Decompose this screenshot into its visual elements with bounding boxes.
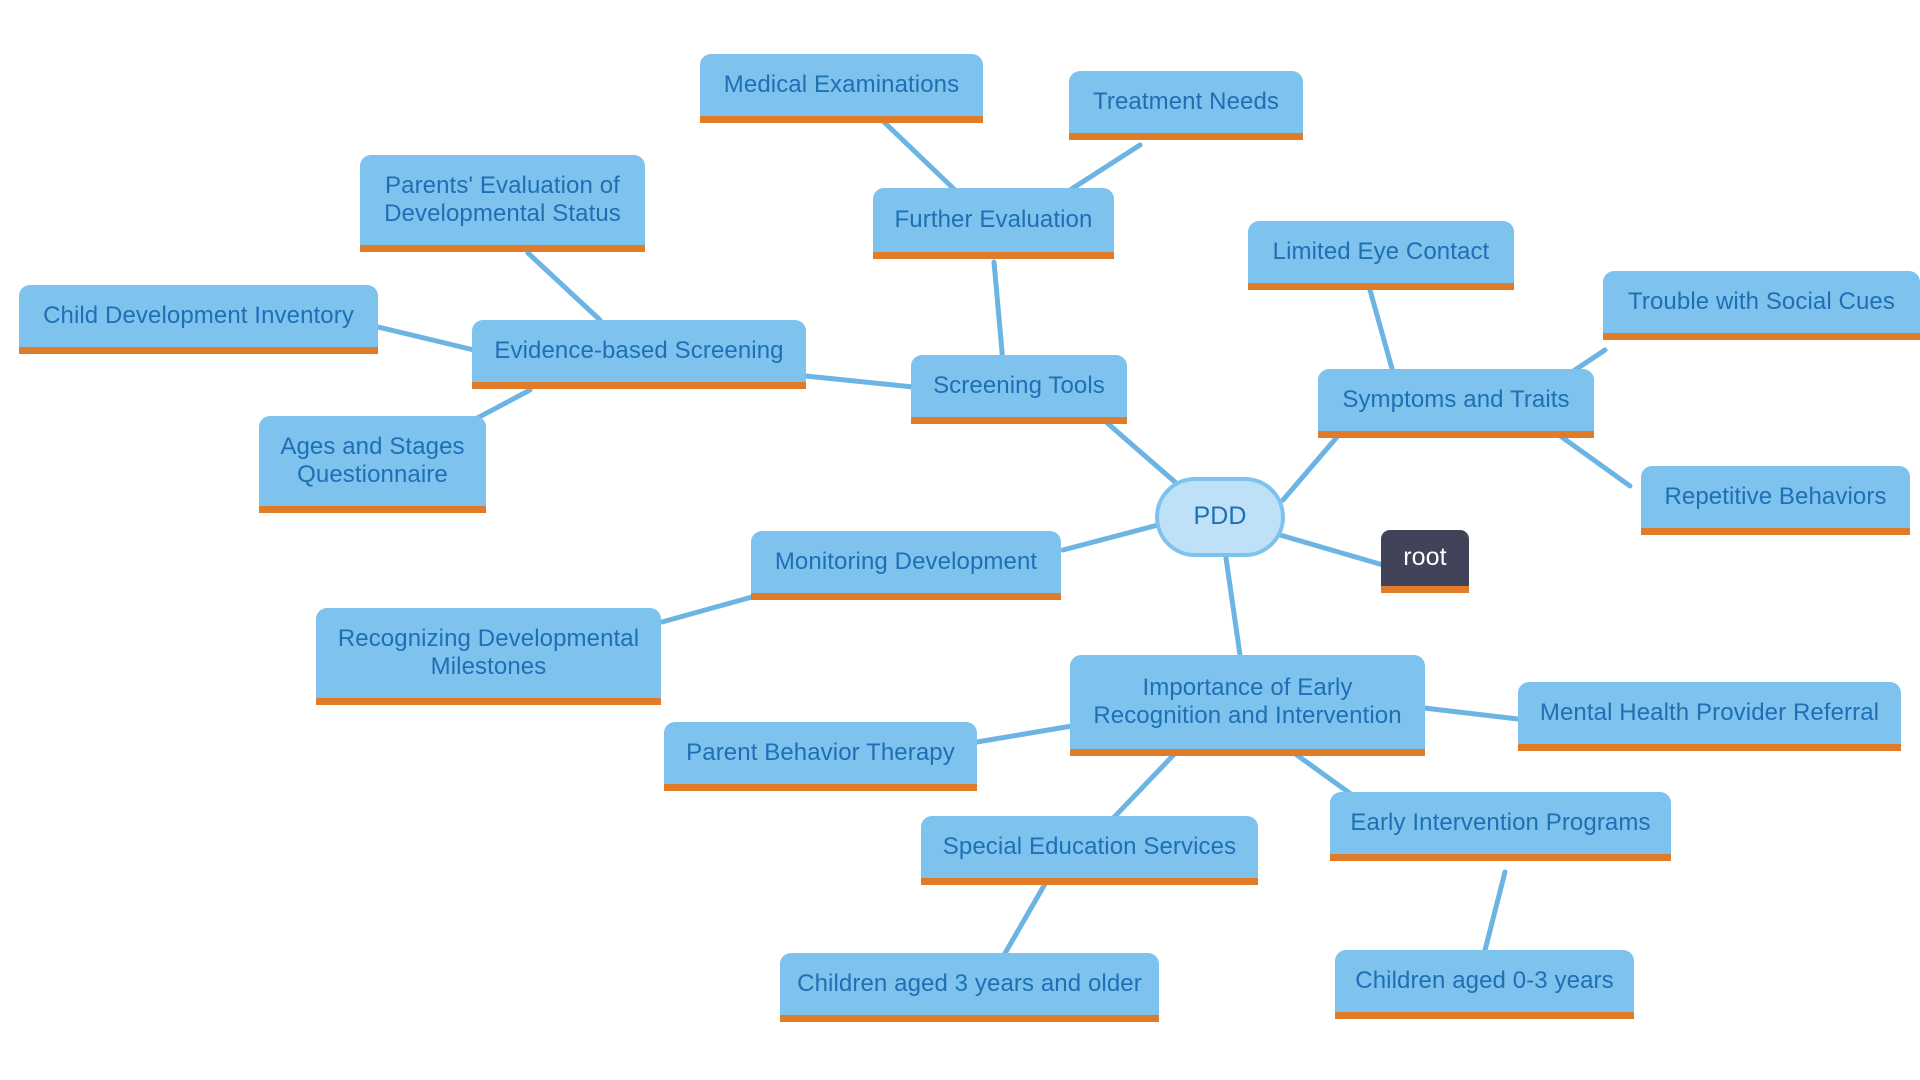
node-root[interactable]: root: [1381, 530, 1469, 593]
node-children-aged-3-and-older[interactable]: Children aged 3 years and older: [780, 953, 1159, 1022]
node-pdd[interactable]: PDD: [1155, 477, 1285, 557]
node-monitoring-development[interactable]: Monitoring Development: [751, 531, 1061, 600]
edge-evidence-parents: [525, 250, 603, 323]
node-trouble-with-social-cues[interactable]: Trouble with Social Cues: [1603, 271, 1920, 340]
edge-monitoring-milestones: [659, 594, 755, 625]
edge-evidence-child-inventory: [375, 324, 477, 353]
edge-screening-tools-evidence: [803, 373, 916, 390]
edge-center-symptoms: [1280, 434, 1340, 503]
node-early-intervention-programs[interactable]: Early Intervention Programs: [1330, 792, 1671, 861]
edge-importance-mental-health: [1421, 705, 1521, 722]
edge-screening-tools-further-eval: [991, 259, 1006, 366]
node-limited-eye-contact[interactable]: Limited Eye Contact: [1248, 221, 1514, 290]
node-medical-examinations[interactable]: Medical Examinations: [700, 54, 983, 123]
node-recognizing-developmental-milestones[interactable]: Recognizing Developmental Milestones: [316, 608, 661, 705]
node-mental-health-provider-referral[interactable]: Mental Health Provider Referral: [1518, 682, 1901, 751]
edge-importance-parent-therapy: [974, 723, 1075, 745]
node-repetitive-behaviors[interactable]: Repetitive Behaviors: [1641, 466, 1910, 535]
node-symptoms-and-traits[interactable]: Symptoms and Traits: [1318, 369, 1594, 438]
edge-center-monitoring: [1060, 522, 1161, 553]
node-evidence-based-screening[interactable]: Evidence-based Screening: [472, 320, 806, 389]
edge-further-eval-treatment: [1067, 142, 1143, 193]
node-further-evaluation[interactable]: Further Evaluation: [873, 188, 1114, 259]
node-ages-and-stages-questionnaire[interactable]: Ages and Stages Questionnaire: [259, 416, 486, 513]
node-importance-of-early-recognition[interactable]: Importance of Early Recognition and Inte…: [1070, 655, 1425, 756]
node-parents-evaluation[interactable]: Parents' Evaluation of Developmental Sta…: [360, 155, 645, 252]
node-screening-tools[interactable]: Screening Tools: [911, 355, 1127, 424]
node-child-development-inventory[interactable]: Child Development Inventory: [19, 285, 378, 354]
node-treatment-needs[interactable]: Treatment Needs: [1069, 71, 1303, 140]
edge-early-intervention-children03: [1480, 869, 1508, 961]
edge-further-eval-medical: [881, 119, 958, 193]
node-special-education-services[interactable]: Special Education Services: [921, 816, 1258, 885]
edge-center-root: [1277, 532, 1386, 568]
mindmap-canvas: PDD root Medical Examinations Treatment …: [0, 0, 1920, 1080]
node-parent-behavior-therapy[interactable]: Parent Behavior Therapy: [664, 722, 977, 791]
node-children-aged-0-3[interactable]: Children aged 0-3 years: [1335, 950, 1634, 1019]
edge-center-importance: [1223, 555, 1243, 658]
